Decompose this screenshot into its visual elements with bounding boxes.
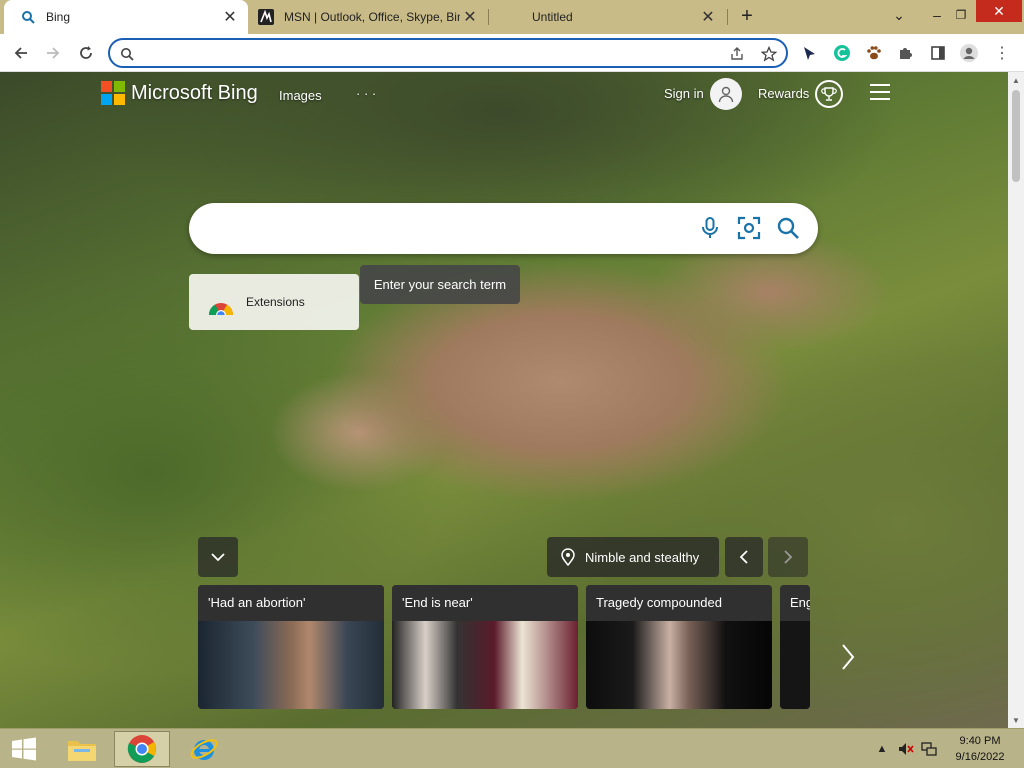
taskbar-clock[interactable]: 9:40 PM 9/16/2022	[944, 733, 1016, 765]
news-headline: 'Had an abortion'	[198, 585, 384, 621]
visual-search-icon[interactable]	[736, 215, 762, 241]
bing-search-favicon-icon	[20, 9, 36, 25]
tab-title: Untitled	[532, 10, 573, 24]
tab-search-chevron-icon[interactable]: ⌄	[884, 0, 914, 30]
tab-separator	[488, 9, 489, 25]
hamburger-menu-icon[interactable]	[870, 84, 890, 100]
page-scrollbar[interactable]: ▲ ▼	[1008, 72, 1024, 728]
internet-explorer-icon[interactable]	[176, 731, 232, 767]
search-input[interactable]	[211, 217, 691, 239]
logo-text: Microsoft Bing	[131, 81, 258, 104]
tab-strip: Bing ✕ MSN | Outlook, Office, Skype, Bin…	[0, 0, 1024, 34]
blank-favicon-icon	[506, 9, 522, 25]
paw-extension-icon[interactable]	[861, 40, 887, 66]
windows-taskbar: ▲ 9:40 PM 9/16/2022	[0, 728, 1024, 768]
tab-msn[interactable]: MSN | Outlook, Office, Skype, Bing, Brea…	[250, 0, 488, 34]
location-pin-icon	[559, 548, 577, 566]
tab-title: Bing	[46, 10, 71, 24]
address-input[interactable]	[140, 44, 720, 62]
collapse-chevron-icon[interactable]	[198, 537, 238, 577]
news-headline: Eng	[780, 585, 810, 621]
nav-more-icon[interactable]: · · ·	[356, 86, 376, 101]
start-windows-icon[interactable]	[0, 731, 48, 767]
browser-toolbar: ⋮	[0, 34, 1024, 72]
search-submit-icon[interactable]	[775, 215, 801, 241]
tab-close-icon[interactable]: ✕	[460, 7, 480, 27]
news-next-chevron-icon[interactable]	[836, 639, 860, 675]
news-card[interactable]: 'End is near'	[392, 585, 578, 709]
grammar-extension-icon[interactable]	[829, 40, 855, 66]
rewards-trophy-icon[interactable]	[815, 80, 843, 108]
bing-homepage: Microsoft Bing Images · · · Sign in Rewa…	[0, 72, 1008, 728]
back-icon[interactable]	[8, 40, 34, 66]
reload-icon[interactable]	[73, 40, 99, 66]
next-image-icon[interactable]	[768, 537, 808, 577]
tab-title: MSN | Outlook, Office, Skype, Bing, Brea…	[284, 10, 460, 24]
tab-close-icon[interactable]: ✕	[698, 7, 718, 27]
show-hidden-icons-icon[interactable]: ▲	[874, 741, 890, 757]
tab-separator	[727, 9, 728, 25]
extensions-puzzle-icon[interactable]	[893, 40, 919, 66]
network-icon[interactable]	[921, 741, 937, 757]
microsoft-logo-icon	[101, 81, 125, 105]
tab-untitled[interactable]: Untitled ✕	[490, 0, 726, 34]
clock-date: 9/16/2022	[955, 751, 1005, 763]
bing-logo[interactable]: Microsoft Bing	[101, 81, 258, 105]
sign-in-link[interactable]: Sign in	[664, 86, 704, 101]
extensions-card[interactable]: Extensions	[189, 274, 359, 330]
news-card[interactable]: 'Had an abortion'	[198, 585, 384, 709]
news-image	[198, 621, 384, 709]
forward-icon[interactable]	[40, 40, 66, 66]
news-image	[780, 621, 810, 709]
news-image	[586, 621, 772, 709]
microphone-icon[interactable]	[697, 215, 723, 241]
window-close-icon[interactable]: ✕	[976, 0, 1022, 22]
side-panel-icon[interactable]	[925, 40, 951, 66]
restore-icon[interactable]: ❐	[946, 0, 976, 30]
chrome-logo-icon	[208, 299, 234, 320]
tab-close-icon[interactable]: ✕	[220, 7, 240, 27]
chrome-taskbar-icon[interactable]	[114, 731, 170, 767]
volume-muted-icon[interactable]	[898, 741, 914, 757]
bookmark-star-icon[interactable]	[760, 45, 778, 63]
extensions-label: Extensions	[246, 295, 305, 309]
nav-images-link[interactable]: Images	[279, 88, 322, 103]
scroll-down-icon[interactable]: ▼	[1008, 712, 1024, 728]
menu-kebab-icon[interactable]: ⋮	[989, 40, 1015, 66]
new-tab-icon[interactable]: +	[736, 6, 758, 28]
profile-avatar-icon[interactable]	[956, 40, 982, 66]
news-image	[392, 621, 578, 709]
scroll-up-icon[interactable]: ▲	[1008, 72, 1024, 88]
scroll-thumb[interactable]	[1012, 90, 1020, 182]
cursor-extension-icon[interactable]	[796, 40, 822, 66]
news-card[interactable]: Tragedy compounded	[586, 585, 772, 709]
previous-image-icon[interactable]	[725, 537, 763, 577]
user-avatar-icon[interactable]	[710, 78, 742, 110]
rewards-link[interactable]: Rewards	[758, 86, 809, 101]
msn-favicon-icon	[258, 9, 274, 25]
bing-search-box[interactable]	[189, 203, 818, 254]
address-bar[interactable]	[108, 38, 788, 68]
caption-text: Nimble and stealthy	[585, 549, 700, 565]
search-icon	[118, 45, 136, 63]
file-explorer-icon[interactable]	[54, 731, 110, 767]
news-headline: 'End is near'	[392, 585, 578, 621]
news-card[interactable]: Eng	[780, 585, 810, 709]
share-icon[interactable]	[728, 45, 746, 63]
search-tooltip: Enter your search term	[360, 265, 520, 304]
image-caption[interactable]: Nimble and stealthy	[547, 537, 719, 577]
tab-bing[interactable]: Bing ✕	[4, 0, 248, 34]
news-headline: Tragedy compounded	[586, 585, 772, 621]
clock-time: 9:40 PM	[959, 735, 1001, 747]
